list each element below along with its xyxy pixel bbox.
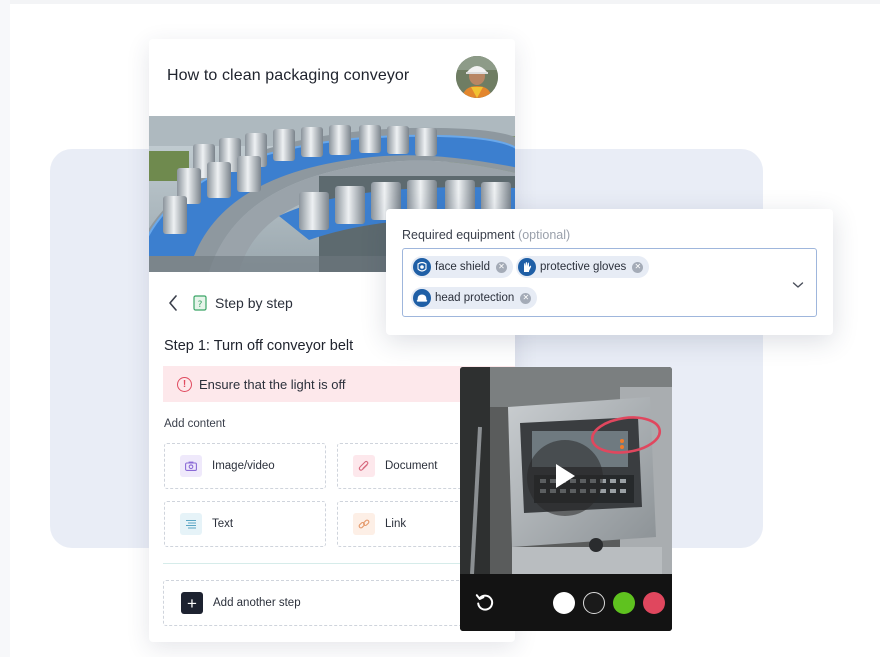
- close-icon[interactable]: ✕: [520, 292, 532, 304]
- exclamation-icon: !: [177, 376, 192, 392]
- svg-text:?: ?: [198, 300, 203, 310]
- tile-label: Image/video: [212, 460, 275, 472]
- checklist-icon: ?: [193, 295, 207, 311]
- page-title: How to clean packaging conveyor: [167, 67, 410, 84]
- add-image-video-button[interactable]: Image/video: [164, 443, 326, 489]
- equipment-chip[interactable]: face shield ✕: [411, 256, 513, 278]
- tile-label: Link: [385, 518, 407, 530]
- chevron-left-icon[interactable]: [165, 293, 181, 313]
- text-lines-icon: [180, 513, 202, 535]
- play-button[interactable]: [527, 440, 603, 516]
- helmet-icon: [413, 289, 431, 307]
- plus-icon: +: [181, 592, 203, 614]
- chip-label: protective gloves: [540, 261, 627, 273]
- replay-icon[interactable]: [474, 591, 496, 613]
- camera-icon: [180, 455, 202, 477]
- avatar[interactable]: [456, 56, 498, 98]
- add-step-label: Add another step: [213, 597, 301, 609]
- step-nav-label[interactable]: Step by step: [215, 295, 293, 311]
- video-controls: [460, 574, 672, 631]
- link-icon: [353, 513, 375, 535]
- left-edge: [0, 0, 10, 657]
- step-navigation: ? Step by step: [165, 292, 293, 314]
- add-text-button[interactable]: Text: [164, 501, 326, 547]
- color-swatch-red[interactable]: [643, 592, 665, 614]
- top-edge: [0, 0, 880, 4]
- alert-text: Ensure that the light is off: [199, 376, 346, 392]
- equipment-chip[interactable]: protective gloves ✕: [516, 256, 650, 278]
- close-icon[interactable]: ✕: [632, 261, 644, 273]
- gloves-icon: [518, 258, 536, 276]
- play-icon: [553, 462, 577, 495]
- equipment-label: Required equipment (optional): [402, 228, 570, 242]
- tile-label: Text: [212, 518, 234, 530]
- equipment-chip[interactable]: head protection ✕: [411, 287, 538, 309]
- chip-label: head protection: [435, 292, 515, 304]
- close-icon[interactable]: ✕: [495, 261, 507, 273]
- chevron-down-icon[interactable]: [792, 277, 804, 288]
- equipment-label-text: Required equipment: [402, 228, 515, 242]
- color-swatch-white[interactable]: [553, 592, 575, 614]
- video-player: [460, 367, 672, 631]
- tile-label: Document: [385, 460, 438, 472]
- equipment-multiselect[interactable]: face shield ✕ protective gloves ✕ head p…: [402, 248, 817, 317]
- step-heading: Step 1: Turn off conveyor belt: [164, 338, 354, 354]
- required-equipment-panel: Required equipment (optional) face shiel…: [386, 209, 833, 335]
- paperclip-icon: [353, 455, 375, 477]
- optional-label: (optional): [518, 228, 571, 242]
- color-swatch-black[interactable]: [583, 592, 605, 614]
- add-content-label: Add content: [164, 418, 226, 430]
- chip-label: face shield: [435, 261, 490, 273]
- face-shield-icon: [413, 258, 431, 276]
- color-swatch-green[interactable]: [613, 592, 635, 614]
